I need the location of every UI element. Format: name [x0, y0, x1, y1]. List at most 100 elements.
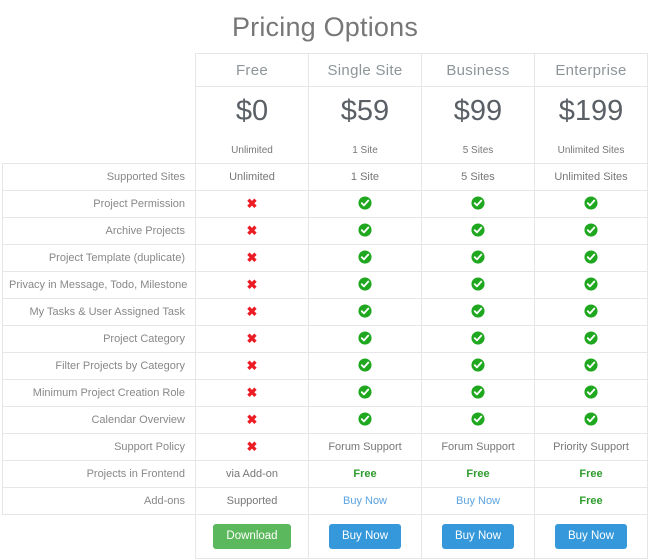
plan-sites-2: 5 Sites	[421, 137, 535, 164]
cta-cell-0: Download	[195, 514, 309, 559]
table-row: Privacy in Message, Todo, Milestone ✖	[2, 271, 648, 299]
cross-icon: ✖	[246, 223, 258, 238]
check-circle-icon	[358, 384, 372, 399]
check-circle-icon	[584, 249, 598, 264]
plan-sites-1: 1 Site	[308, 137, 422, 164]
cell-10-0: ✖	[195, 433, 309, 461]
cell-7-2	[421, 352, 535, 380]
row-label-4: Privacy in Message, Todo, Milestone	[2, 271, 196, 299]
plan-sites-0: Unlimited	[195, 137, 309, 164]
pricing-table: Free Single Site Business Enterprise $0 $59 $…	[2, 53, 648, 559]
plan-sites-3: Unlimited Sites	[534, 137, 648, 164]
cell-7-1	[308, 352, 422, 380]
cell-5-1	[308, 298, 422, 326]
header-spacer	[3, 87, 196, 138]
cross-icon: ✖	[246, 250, 258, 265]
plan-price-2: $99	[421, 86, 535, 138]
check-circle-icon	[471, 276, 485, 291]
cell-9-0: ✖	[195, 406, 309, 434]
cell-4-2	[421, 271, 535, 299]
check-circle-icon	[358, 357, 372, 372]
cta-button-0[interactable]: Download	[213, 524, 291, 549]
check-circle-icon	[358, 411, 372, 426]
table-row: Support Policy ✖ Forum Support Forum Suppor…	[2, 433, 648, 461]
check-circle-icon	[584, 195, 598, 210]
cell-12-2[interactable]: Buy Now	[421, 487, 535, 515]
cell-value: Forum Support	[328, 441, 402, 453]
free-value: Free	[466, 468, 490, 480]
cell-7-0: ✖	[195, 352, 309, 380]
cta-cell-2: Buy Now	[421, 514, 535, 559]
cell-8-3	[534, 379, 648, 407]
cell-1-2	[421, 190, 535, 218]
cell-9-1	[308, 406, 422, 434]
cross-icon: ✖	[246, 385, 258, 400]
cell-value: Priority Support	[553, 441, 629, 453]
row-label-1: Project Permission	[2, 190, 196, 218]
cell-2-3	[534, 217, 648, 245]
cross-icon: ✖	[246, 196, 258, 211]
cell-12-1[interactable]: Buy Now	[308, 487, 422, 515]
cell-value: Unlimited Sites	[554, 171, 628, 183]
row-label-0: Supported Sites	[2, 163, 196, 191]
check-circle-icon	[358, 249, 372, 264]
free-value: Free	[353, 468, 377, 480]
cross-icon: ✖	[246, 331, 258, 346]
row-label-7: Filter Projects by Category	[2, 352, 196, 380]
table-row: Supported Sites Unlimited 1 Site 5 Sites Unl…	[2, 163, 648, 191]
cell-6-2	[421, 325, 535, 353]
buy-now-link[interactable]: Buy Now	[456, 495, 500, 507]
row-label-8: Minimum Project Creation Role	[2, 379, 196, 407]
row-label-6: Project Category	[2, 325, 196, 353]
check-circle-icon	[471, 411, 485, 426]
cell-3-2	[421, 244, 535, 272]
cell-3-1	[308, 244, 422, 272]
header-spacer	[3, 138, 196, 164]
cell-2-2	[421, 217, 535, 245]
check-circle-icon	[584, 303, 598, 318]
cell-12-0: Supported	[195, 487, 309, 515]
check-circle-icon	[471, 357, 485, 372]
cell-11-3: Free	[534, 460, 648, 488]
table-row: Minimum Project Creation Role ✖	[2, 379, 648, 407]
check-circle-icon	[584, 411, 598, 426]
cross-icon: ✖	[246, 277, 258, 292]
cell-11-1: Free	[308, 460, 422, 488]
cta-button-1[interactable]: Buy Now	[328, 524, 402, 549]
check-circle-icon	[584, 330, 598, 345]
row-label-10: Support Policy	[2, 433, 196, 461]
cta-button-row: Download Buy Now Buy Now Buy Now	[3, 514, 648, 559]
cell-4-3	[534, 271, 648, 299]
cell-value: Supported	[226, 495, 278, 507]
check-circle-icon	[471, 303, 485, 318]
check-circle-icon	[471, 222, 485, 237]
cell-value: via Add-on	[226, 468, 278, 480]
check-circle-icon	[358, 222, 372, 237]
check-circle-icon	[358, 276, 372, 291]
cell-8-2	[421, 379, 535, 407]
button-row-spacer	[3, 515, 196, 559]
cell-7-3	[534, 352, 648, 380]
plan-price-0: $0	[195, 86, 309, 138]
check-circle-icon	[471, 384, 485, 399]
cta-cell-3: Buy Now	[534, 514, 648, 559]
cell-10-2: Forum Support	[421, 433, 535, 461]
check-circle-icon	[584, 357, 598, 372]
cell-10-3: Priority Support	[534, 433, 648, 461]
cell-3-0: ✖	[195, 244, 309, 272]
cell-2-0: ✖	[195, 217, 309, 245]
cell-value: Unlimited	[229, 171, 275, 183]
cell-8-1	[308, 379, 422, 407]
buy-now-link[interactable]: Buy Now	[343, 495, 387, 507]
plan-name-0: Free	[195, 53, 309, 87]
cta-button-2[interactable]: Buy Now	[441, 524, 515, 549]
cell-value: 1 Site	[350, 171, 380, 183]
cell-1-3	[534, 190, 648, 218]
cell-6-3	[534, 325, 648, 353]
plan-name-1: Single Site	[308, 53, 422, 87]
plan-price-1: $59	[308, 86, 422, 138]
cell-0-3: Unlimited Sites	[534, 163, 648, 191]
cell-6-1	[308, 325, 422, 353]
table-row: Projects in Frontend via Add-on Free Free Fr…	[2, 460, 648, 488]
cta-button-3[interactable]: Buy Now	[554, 524, 628, 549]
